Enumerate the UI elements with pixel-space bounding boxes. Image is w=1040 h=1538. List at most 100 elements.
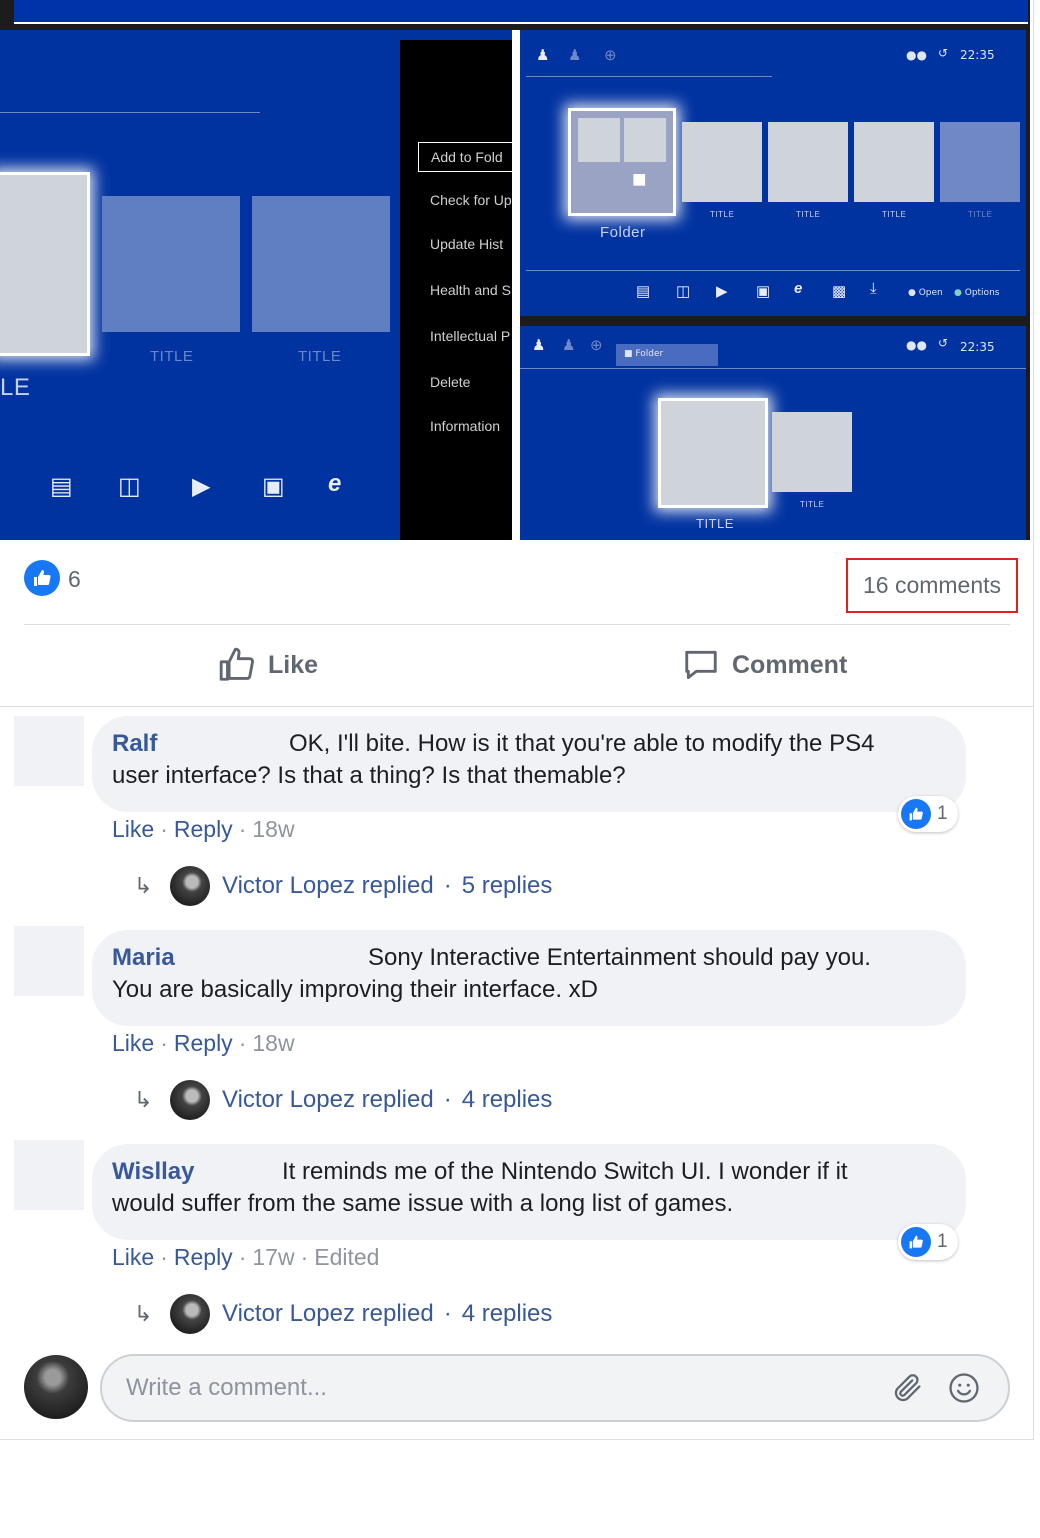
user-icon: ♟	[532, 337, 546, 354]
ps-tile	[682, 122, 762, 202]
comments-count-label: 16 comments	[862, 572, 1002, 598]
folder-tab: ■ Folder	[616, 344, 718, 366]
reply-count: 5 replies	[461, 872, 553, 899]
library-icon: ▩	[832, 283, 847, 300]
comment-like-link[interactable]: Like	[112, 1244, 154, 1270]
collage-image-left[interactable]: TITLE TITLE LE ▤ ◫ ▶ ▣ e Add to Fold Che…	[0, 30, 512, 540]
headset-icon: ↺	[938, 46, 949, 60]
comment-first-line: Ralf OK, I'll bite. How is it that you'r…	[112, 730, 946, 762]
ps-tile-label: TITLE	[696, 516, 734, 531]
like-button[interactable]: Like	[218, 640, 318, 690]
ps-tile	[940, 122, 1020, 202]
add-user-icon: ⊕	[590, 337, 603, 354]
ctx-item: Add to Fold	[418, 142, 512, 172]
video-icon: ▶	[716, 283, 728, 300]
separator	[24, 624, 1010, 625]
like-reaction-icon	[901, 1227, 931, 1257]
comment-edited-label[interactable]: Edited	[314, 1244, 379, 1270]
comment-text: user interface? Is that a thing? Is that…	[112, 762, 626, 789]
comment-meta: Like · Reply · 17w · Edited	[112, 1244, 380, 1270]
news-icon: ▤	[636, 283, 651, 300]
ps-divider-line	[526, 270, 1020, 271]
comment-text: Sony Interactive Entertainment should pa…	[368, 944, 871, 971]
replied-by: Victor Lopez replied	[222, 1300, 434, 1327]
avatar[interactable]	[14, 926, 84, 996]
replied-by: Victor Lopez replied	[222, 1086, 434, 1113]
gallery-icon: ▣	[262, 473, 285, 500]
headset-icon: ↺	[938, 336, 949, 350]
comment-text: It reminds me of the Nintendo Switch UI.…	[282, 1158, 848, 1185]
comments-count-link[interactable]: 16 comments	[846, 558, 1018, 613]
folder-mini-tile	[578, 118, 620, 162]
ps-tile	[772, 412, 852, 492]
comment-reaction-chip[interactable]: 1	[898, 1224, 958, 1260]
comment-bubble: Maria Sony Interactive Entertainment sho…	[92, 930, 966, 1026]
comment-like-link[interactable]: Like	[112, 1030, 154, 1056]
comment-text: would suffer from the same issue with a …	[112, 1190, 734, 1217]
ps-selected-tile	[658, 398, 768, 508]
emoji-icon[interactable]	[942, 1366, 986, 1410]
ps-divider-line	[526, 76, 772, 77]
reply-count: 4 replies	[461, 1300, 553, 1327]
dot-separator: ·	[443, 1300, 452, 1327]
comment-reaction-chip[interactable]: 1	[898, 796, 958, 832]
comment-author[interactable]: Maria	[112, 944, 175, 972]
clock-time: 22:35	[960, 340, 995, 354]
store-icon: ◫	[118, 473, 141, 500]
ps-selected-title: LE	[0, 374, 31, 401]
reaction-count: 1	[937, 803, 948, 824]
comment-button[interactable]: Comment	[682, 640, 847, 690]
comment-author[interactable]: Ralf	[112, 730, 157, 758]
comment-reply-link[interactable]: Reply	[174, 816, 233, 842]
comment-meta: Like · Reply · 18w	[112, 816, 295, 842]
dot-separator: ·	[443, 1086, 452, 1113]
view-replies-link[interactable]: ↳ Victor Lopez replied · 4 replies	[134, 1292, 552, 1336]
user-icon: ♟	[568, 47, 582, 64]
collage-image-top-right[interactable]: ♟ ♟ ⊕ ●● ↺ 22:35 ■ Folder TITLE TITLE TI…	[520, 30, 1026, 316]
comment-timestamp[interactable]: 18w	[252, 816, 294, 842]
replied-by: Victor Lopez replied	[222, 872, 434, 899]
comment-reply-link[interactable]: Reply	[174, 1244, 233, 1270]
clock-time: 22:35	[960, 48, 995, 62]
view-replies-link[interactable]: ↳ Victor Lopez replied · 5 replies	[134, 864, 552, 908]
ctx-item: Intellectual P	[430, 328, 511, 344]
video-icon: ▶	[192, 473, 211, 500]
comment-reply-link[interactable]: Reply	[174, 1030, 233, 1056]
comment-text: OK, I'll bite. How is it that you're abl…	[289, 730, 875, 757]
avatar[interactable]	[14, 1140, 84, 1210]
comment-timestamp[interactable]: 18w	[252, 1030, 294, 1056]
current-user-avatar[interactable]	[24, 1355, 88, 1419]
legend-open-label: Open	[918, 288, 943, 298]
folder-mini-tile	[624, 118, 666, 162]
collage-image-bottom-right[interactable]: ♟ ♟ ⊕ ■ Folder ●● ↺ 22:35 TITLE TITLE	[520, 326, 1026, 540]
folder-tab-text: Folder	[635, 349, 664, 359]
avatar[interactable]	[14, 716, 84, 786]
legend-open: ● Open	[908, 288, 943, 298]
reaction-count: 1	[937, 1231, 948, 1252]
post-card: TITLE TITLE LE ▤ ◫ ▶ ▣ e Add to Fold Che…	[0, 0, 1034, 1440]
view-replies-link[interactable]: ↳ Victor Lopez replied · 4 replies	[134, 1078, 552, 1122]
comment-timestamp[interactable]: 17w	[252, 1244, 294, 1270]
ps-tile-label: TITLE	[882, 210, 907, 219]
ctx-item: Health and S	[430, 282, 511, 298]
attach-icon[interactable]	[886, 1366, 930, 1410]
write-comment-input[interactable]	[100, 1354, 1010, 1422]
controller-icon: ●●	[906, 338, 927, 352]
ctx-item: Check for Up	[430, 192, 512, 208]
ctx-item: Information	[430, 418, 501, 434]
ps-tile	[102, 196, 240, 332]
ps-tile	[768, 122, 848, 202]
ps-divider-line	[0, 112, 260, 113]
reply-arrow-icon: ↳	[134, 1087, 153, 1112]
like-count[interactable]: 6	[68, 566, 81, 593]
ps-tile	[252, 196, 390, 332]
folder-tab-label: ■ Folder	[624, 349, 664, 359]
comment-like-link[interactable]: Like	[112, 816, 154, 842]
speech-bubble-icon	[685, 650, 717, 680]
ps-divider-line	[520, 368, 1026, 369]
like-button-label: Like	[268, 650, 319, 679]
comment-author[interactable]: Wisllay	[112, 1158, 195, 1186]
like-reaction-icon[interactable]	[24, 560, 60, 596]
ps-selected-tile	[0, 172, 90, 356]
post-image-collage[interactable]: TITLE TITLE LE ▤ ◫ ▶ ▣ e Add to Fold Che…	[0, 0, 1030, 540]
